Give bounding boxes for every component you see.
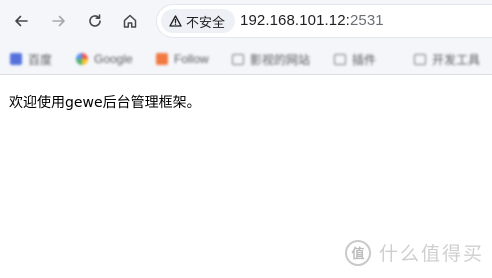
bookmark-label: 影视的网站 [250,52,311,67]
url-host: 192.168.101.12: [240,12,350,29]
folder-icon [232,53,244,65]
url-port: 2531 [349,12,384,29]
bookmark-label: Follow [174,52,209,66]
security-label: 不安全 [186,14,226,30]
forward-button[interactable] [48,10,70,32]
bookmark-item[interactable]: Follow [156,51,209,67]
bookmark-label: Google [94,52,133,66]
bookmark-label: 开发工具 [432,52,481,67]
bookmarks-bar: 百度 Google Follow 影视的网站 插件 开发工具 [0,42,492,75]
watermark: 值 什么值得买 [344,239,484,266]
back-button[interactable] [10,10,32,32]
bookmark-folder[interactable]: 插件 [334,51,376,67]
bookmark-folder[interactable]: 影视的网站 [232,51,310,67]
bookmark-folder[interactable]: 开发工具 [414,51,480,67]
warning-icon [169,15,182,27]
welcome-text: 欢迎使用gewe后台管理框架。 [9,95,201,111]
browser-toolbar: 不安全 192.168.101.12:2531 [0,0,492,42]
browser-window: 不安全 192.168.101.12:2531 百度 Google Follow… [0,0,492,278]
watermark-logo: 值 [344,239,371,266]
reload-button[interactable] [84,10,106,32]
bookmark-item[interactable]: Google [76,51,133,67]
bookmark-label: 百度 [28,52,53,67]
page-content: 欢迎使用gewe后台管理框架。 值 什么值得买 [0,75,492,278]
bookmark-item[interactable]: 百度 [10,51,52,67]
home-icon [123,14,137,28]
home-button[interactable] [119,10,141,32]
url-text[interactable]: 192.168.101.12:2531 [240,12,384,29]
google-icon [76,53,88,65]
address-bar[interactable]: 不安全 192.168.101.12:2531 [157,5,492,37]
baidu-icon [10,53,22,65]
arrow-left-icon [15,15,28,27]
arrow-right-icon [52,15,65,27]
reload-icon [89,14,101,27]
folder-icon [414,53,426,65]
follow-icon [156,53,168,65]
watermark-text: 什么值得买 [378,244,484,265]
security-indicator[interactable]: 不安全 [161,9,235,33]
folder-icon [334,53,346,65]
bookmark-label: 插件 [352,52,377,67]
